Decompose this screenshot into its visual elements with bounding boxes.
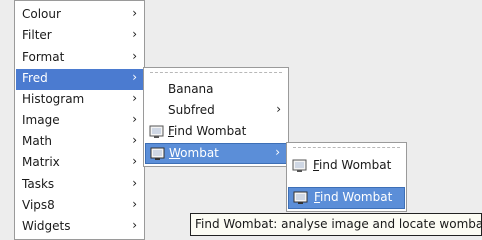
menu-item-label: Find Wombat [314, 190, 393, 204]
main-menu: Colour › Filter › Format › Fred › Histog… [14, 0, 145, 240]
menu-item-subfred[interactable]: Subfred › [145, 101, 287, 122]
chevron-right-icon: › [132, 70, 137, 84]
menu-item-label: Widgets [22, 219, 71, 233]
menu-item-label: Format [22, 50, 65, 64]
action-icon [292, 159, 307, 172]
chevron-right-icon: › [132, 154, 137, 168]
tearoff-line[interactable] [150, 72, 282, 73]
menu-item-find-wombat[interactable]: Find Wombat [145, 122, 287, 143]
menu-item-find-wombat-selected[interactable]: Find Wombat [288, 187, 405, 209]
wombat-submenu: Find Wombat Find Wombat [286, 142, 407, 212]
menu-item-find-wombat[interactable]: Find Wombat [288, 156, 405, 177]
action-icon [149, 125, 164, 138]
menu-item-label: Find Wombat [313, 158, 392, 172]
chevron-right-icon: › [132, 133, 137, 147]
chevron-right-icon: › [132, 49, 137, 63]
menu-item-label: Vips8 [22, 198, 55, 212]
tearoff-line[interactable] [293, 147, 400, 148]
chevron-right-icon: › [132, 112, 137, 126]
menu-item-label: Subfred [168, 103, 215, 117]
chevron-right-icon: › [132, 91, 137, 105]
menu-item-colour[interactable]: Colour › [16, 5, 143, 26]
menu-item-label: Colour [22, 7, 61, 21]
menu-item-math[interactable]: Math › [16, 132, 143, 153]
menu-item-label: Image [22, 113, 60, 127]
menu-item-widgets[interactable]: Widgets › [16, 217, 143, 238]
chevron-right-icon: › [275, 145, 280, 159]
fred-submenu: Banana Subfred › Find Wombat Wombat › [143, 67, 289, 167]
chevron-right-icon: › [132, 27, 137, 41]
menu-item-histogram[interactable]: Histogram › [16, 90, 143, 111]
menu-item-matrix[interactable]: Matrix › [16, 153, 143, 174]
chevron-right-icon: › [132, 218, 137, 232]
chevron-right-icon: › [132, 176, 137, 190]
menu-item-fred[interactable]: Fred › [16, 69, 143, 90]
menu-item-label: Wombat [169, 146, 219, 160]
menu-item-label: Find Wombat [168, 124, 247, 138]
menu-item-filter[interactable]: Filter › [16, 26, 143, 47]
menu-item-label: Fred [22, 71, 48, 85]
menu-item-label: Math [22, 134, 53, 148]
menu-item-label: Filter [22, 28, 52, 42]
action-icon [150, 147, 165, 160]
tooltip: Find Wombat: analyse image and locate wo… [190, 213, 482, 236]
menu-item-banana[interactable]: Banana [145, 80, 287, 101]
chevron-right-icon: › [132, 197, 137, 211]
menu-item-image[interactable]: Image › [16, 111, 143, 132]
menu-item-vips8[interactable]: Vips8 › [16, 196, 143, 217]
menu-item-label: Tasks [22, 177, 55, 191]
chevron-right-icon: › [132, 6, 137, 20]
action-icon [293, 191, 308, 204]
menu-item-tasks[interactable]: Tasks › [16, 175, 143, 196]
menu-item-label: Histogram [22, 92, 85, 106]
menu-item-label: Matrix [22, 155, 60, 169]
tooltip-text: Find Wombat: analyse image and locate wo… [195, 217, 482, 231]
chevron-right-icon: › [276, 102, 281, 116]
menu-item-format[interactable]: Format › [16, 48, 143, 69]
menu-item-wombat[interactable]: Wombat › [145, 143, 287, 164]
menu-item-label: Banana [168, 82, 214, 96]
